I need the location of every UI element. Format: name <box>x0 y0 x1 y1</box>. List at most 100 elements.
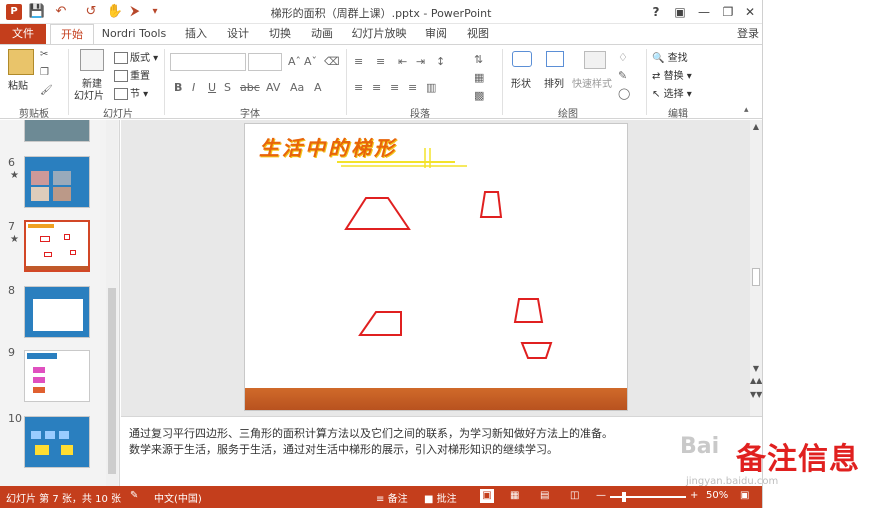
section-icon <box>114 88 128 100</box>
close-icon[interactable]: ✕ <box>740 3 760 21</box>
cut-icon[interactable]: ✂ <box>40 49 48 60</box>
clear-format-icon[interactable]: ⌫ <box>324 55 340 68</box>
trapezoid-shape[interactable] <box>358 311 402 336</box>
font-color-icon[interactable]: A <box>314 81 322 94</box>
slide-thumbnail-10[interactable] <box>24 416 90 468</box>
shrink-font-icon[interactable]: Aˇ <box>304 55 317 68</box>
slide-thumbnail-8[interactable] <box>24 286 90 338</box>
strikethrough-icon[interactable]: abc <box>240 81 260 94</box>
slide-footer-band <box>245 388 627 410</box>
shapes-icon[interactable] <box>512 51 532 67</box>
new-slide-icon[interactable] <box>80 49 104 71</box>
current-slide[interactable]: 生活中的梯形 <box>244 123 628 411</box>
tab-home[interactable]: 开始 <box>50 24 94 44</box>
numbering-icon[interactable]: ≡ <box>376 55 385 68</box>
section-button[interactable]: 节 ▾ <box>114 85 148 100</box>
slideshow-view-icon[interactable]: ◫ <box>570 490 579 501</box>
columns-icon[interactable]: ▥ <box>426 81 436 94</box>
login-link[interactable]: 登录 <box>734 24 762 44</box>
slide-scrollbar-thumb[interactable] <box>752 268 760 286</box>
trapezoid-shape[interactable] <box>479 191 503 218</box>
shape-outline-icon[interactable]: ✎ <box>618 69 627 82</box>
line-spacing-icon[interactable]: ↕ <box>436 55 445 68</box>
underline-icon[interactable]: U <box>208 81 216 94</box>
tab-insert[interactable]: 插入 <box>178 24 214 44</box>
align-left-icon[interactable]: ≡ <box>354 81 363 94</box>
comments-toggle-button[interactable]: ■ 批注 <box>424 490 457 505</box>
paste-button[interactable]: 粘贴 <box>8 77 28 92</box>
slide-number: 9 <box>8 346 15 359</box>
tab-file[interactable]: 文件 <box>0 24 46 44</box>
italic-icon[interactable]: I <box>192 81 195 94</box>
new-slide-button-line2[interactable]: 幻灯片 <box>74 87 104 102</box>
next-slide-icon[interactable]: ▼▼ <box>750 390 762 399</box>
tab-transitions[interactable]: 切换 <box>262 24 298 44</box>
bold-icon[interactable]: B <box>174 81 182 94</box>
smartart-icon[interactable]: ▩ <box>474 89 484 102</box>
slide-scrollbar[interactable]: ▲ ▼ ▲▲ ▼▼ <box>750 120 762 416</box>
paste-icon[interactable] <box>8 49 34 75</box>
ribbon-display-icon[interactable]: ▣ <box>670 3 690 21</box>
font-size-combo[interactable] <box>248 53 282 71</box>
quick-styles-button[interactable]: 快速样式 <box>572 75 612 90</box>
notes-toggle-button[interactable]: ≡ 备注 <box>376 490 408 505</box>
trapezoid-shape[interactable] <box>344 197 411 230</box>
justify-icon[interactable]: ≡ <box>408 81 417 94</box>
tab-slideshow[interactable]: 幻灯片放映 <box>348 24 410 44</box>
char-spacing-icon[interactable]: AV <box>266 81 280 94</box>
trapezoid-shape[interactable] <box>513 298 544 323</box>
language-indicator[interactable]: 中文(中国) <box>154 490 202 505</box>
reading-view-icon[interactable]: ▤ <box>540 490 549 501</box>
align-right-icon[interactable]: ≡ <box>390 81 399 94</box>
shapes-button[interactable]: 形状 <box>511 75 531 90</box>
scroll-up-icon[interactable]: ▲ <box>750 122 762 131</box>
previous-slide-icon[interactable]: ▲▲ <box>750 376 762 385</box>
help-button[interactable]: ? <box>646 3 666 21</box>
collapse-ribbon-icon[interactable]: ▴ <box>744 105 749 115</box>
align-center-icon[interactable]: ≡ <box>372 81 381 94</box>
tab-design[interactable]: 设计 <box>220 24 256 44</box>
select-button[interactable]: ↖ 选择 ▾ <box>652 85 692 100</box>
normal-view-icon[interactable]: ▣ <box>480 489 494 503</box>
slide-thumbnail-5[interactable] <box>24 120 90 142</box>
grow-font-icon[interactable]: Aˆ <box>288 55 301 68</box>
slide-thumbnail-7[interactable] <box>24 220 90 272</box>
tab-review[interactable]: 审阅 <box>418 24 454 44</box>
format-painter-icon[interactable]: 🖌 <box>40 85 53 96</box>
align-text-icon[interactable]: ▦ <box>474 71 484 84</box>
shadow-icon[interactable]: S <box>224 81 231 94</box>
spell-check-icon[interactable]: ✎ <box>130 490 138 501</box>
text-direction-icon[interactable]: ⇅ <box>474 53 483 66</box>
increase-indent-icon[interactable]: ⇥ <box>416 55 425 68</box>
thumbnail-scrollbar-thumb[interactable] <box>108 288 116 474</box>
slide-thumbnail-9[interactable] <box>24 350 90 402</box>
thumbnail-scrollbar[interactable] <box>106 120 118 486</box>
trapezoid-shape[interactable] <box>520 342 553 359</box>
scroll-down-icon[interactable]: ▼ <box>750 364 762 373</box>
reset-button[interactable]: 重置 <box>114 67 150 82</box>
find-button[interactable]: 🔍 查找 <box>652 49 688 64</box>
arrange-icon[interactable] <box>546 51 564 67</box>
replace-button[interactable]: ⇄ 替换 ▾ <box>652 67 692 82</box>
arrange-button[interactable]: 排列 <box>544 75 564 90</box>
slide-sorter-icon[interactable]: ▦ <box>510 490 519 501</box>
watermark-url: jingyan.baidu.com <box>686 476 779 487</box>
tab-view[interactable]: 视图 <box>460 24 496 44</box>
minimize-icon[interactable]: — <box>694 3 714 21</box>
zoom-slider-thumb[interactable] <box>622 492 626 502</box>
zoom-out-icon[interactable]: — <box>596 490 606 501</box>
notes-pane[interactable]: 通过复习平行四边形、三角形的面积计算方法以及它们之间的联系，为学习新知做好方法上… <box>121 416 762 486</box>
quick-styles-icon[interactable] <box>584 51 606 69</box>
restore-icon[interactable]: ❐ <box>718 3 738 21</box>
tab-nordri-tools[interactable]: Nordri Tools <box>98 24 170 44</box>
bullets-icon[interactable]: ≡ <box>354 55 363 68</box>
font-name-combo[interactable] <box>170 53 246 71</box>
layout-button[interactable]: 版式 ▾ <box>114 49 158 64</box>
change-case-icon[interactable]: Aa <box>290 81 304 94</box>
decrease-indent-icon[interactable]: ⇤ <box>398 55 407 68</box>
shape-fill-icon[interactable]: ♢ <box>618 51 628 64</box>
tab-animations[interactable]: 动画 <box>304 24 340 44</box>
slide-thumbnail-6[interactable] <box>24 156 90 208</box>
shape-effects-icon[interactable]: ◯ <box>618 87 630 100</box>
copy-icon[interactable]: ❐ <box>40 67 49 78</box>
